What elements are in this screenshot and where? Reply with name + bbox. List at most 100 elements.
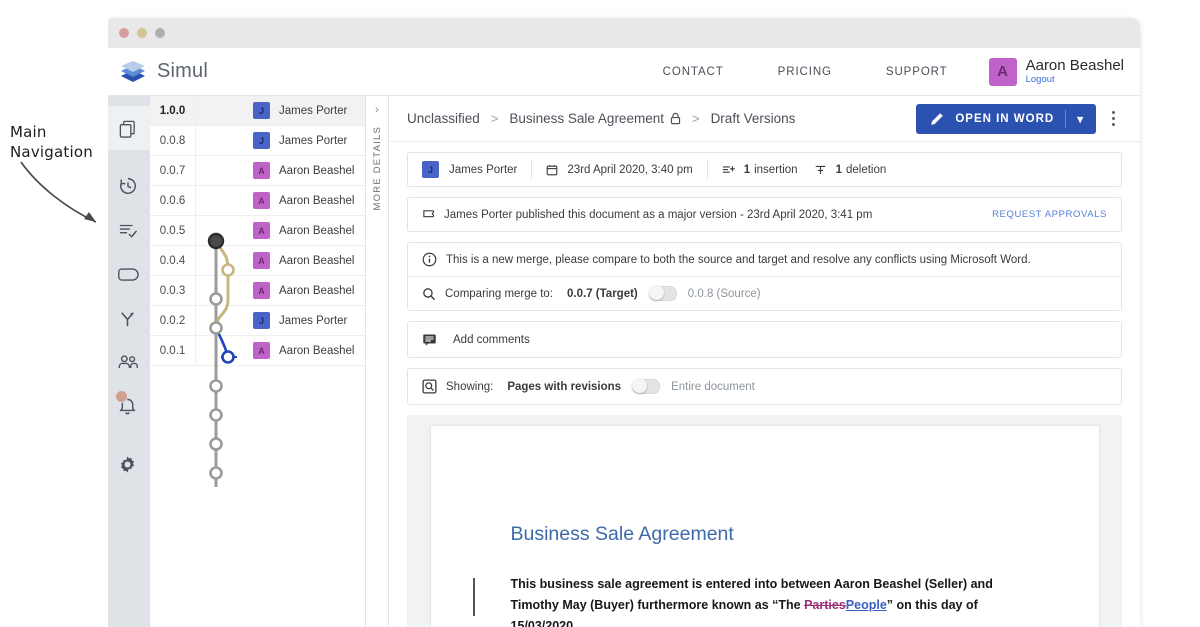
comparing-target[interactable]: 0.0.7 (Target) xyxy=(567,288,638,300)
version-row[interactable]: 0.0.6 A Aaron Beashel xyxy=(150,186,365,216)
more-options-icon[interactable] xyxy=(1100,104,1126,134)
author-name: James Porter xyxy=(279,134,348,147)
checklist-icon xyxy=(119,224,137,238)
logout-link[interactable]: Logout xyxy=(1026,73,1124,86)
version-author: A Aaron Beashel xyxy=(241,252,354,269)
published-card: James Porter published this document as … xyxy=(407,197,1122,232)
comparing-toggle[interactable] xyxy=(648,285,677,301)
window-close-button[interactable] xyxy=(119,28,129,38)
flag-icon xyxy=(422,208,435,221)
chevron-right-icon: › xyxy=(375,104,379,116)
author-avatar: J xyxy=(253,132,270,149)
brand-logo[interactable]: Simul xyxy=(119,60,208,84)
version-row[interactable]: 0.0.1 A Aaron Beashel xyxy=(150,336,365,366)
version-number: 0.0.1 xyxy=(159,344,186,357)
comparing-source[interactable]: 0.0.8 (Source) xyxy=(688,288,761,300)
more-details-tab[interactable]: › MORE DETAILS xyxy=(366,96,389,627)
version-row[interactable]: 0.0.5 A Aaron Beashel xyxy=(150,216,365,246)
version-graph-cell xyxy=(195,306,241,335)
version-number: 0.0.5 xyxy=(159,224,186,237)
breadcrumb-document[interactable]: Business Sale Agreement xyxy=(509,111,664,126)
breadcrumb-bar: Unclassified > Business Sale Agreement >… xyxy=(389,96,1140,142)
version-graph-cell xyxy=(195,336,241,365)
breadcrumb-unclassified[interactable]: Unclassified xyxy=(407,111,480,126)
nav-support[interactable]: SUPPORT xyxy=(859,66,975,78)
version-graph-cell xyxy=(195,276,241,305)
version-graph-cell xyxy=(195,186,241,215)
window-titlebar xyxy=(105,18,1140,48)
comparing-row: Comparing merge to: 0.0.7 (Target) 0.0.8… xyxy=(408,276,1121,310)
brand-name: Simul xyxy=(157,60,209,82)
comments-card[interactable]: Add comments xyxy=(407,321,1122,358)
rail-item-history[interactable] xyxy=(105,164,150,208)
version-row[interactable]: 0.0.3 A Aaron Beashel xyxy=(150,276,365,306)
lock-icon xyxy=(670,112,681,125)
annotation-line-1: Main xyxy=(10,123,47,141)
version-number: 0.0.2 xyxy=(159,314,186,327)
insertion-icon xyxy=(722,164,735,176)
version-summary-card: J James Porter 23rd April 2020, 3:40 pm xyxy=(407,152,1122,187)
version-author: A Aaron Beashel xyxy=(241,282,354,299)
add-comments-row[interactable]: Add comments xyxy=(408,322,1121,357)
version-number: 0.0.6 xyxy=(159,194,186,207)
comparing-label: Comparing merge to: xyxy=(445,287,554,300)
author-name: Aaron Beashel xyxy=(279,344,355,357)
author-avatar: A xyxy=(253,162,270,179)
meta-author-name: James Porter xyxy=(449,163,518,176)
details-scroll-area[interactable]: J James Porter 23rd April 2020, 3:40 pm xyxy=(389,142,1140,627)
request-approvals-link[interactable]: REQUEST APPROVALS xyxy=(992,209,1107,220)
version-graph-cell xyxy=(195,156,241,185)
version-row[interactable]: 0.0.8 J James Porter xyxy=(150,126,365,156)
rail-item-branches[interactable] xyxy=(105,296,150,340)
document-title: Business Sale Agreement xyxy=(510,523,734,545)
author-name: James Porter xyxy=(279,104,348,117)
version-row[interactable]: 0.0.7 A Aaron Beashel xyxy=(150,156,365,186)
author-avatar: A xyxy=(253,282,270,299)
version-graph-cell xyxy=(195,246,241,275)
add-comments-label: Add comments xyxy=(453,333,530,346)
gear-icon xyxy=(120,455,135,473)
nav-pricing[interactable]: PRICING xyxy=(751,66,859,78)
notification-badge xyxy=(115,390,128,403)
version-node xyxy=(209,466,223,480)
annotation-line-2: Navigation xyxy=(10,143,93,161)
showing-option-revisions[interactable]: Pages with revisions xyxy=(507,381,621,393)
breadcrumb-draft-versions[interactable]: Draft Versions xyxy=(711,111,796,126)
deletions-count: 1 xyxy=(835,163,842,176)
version-number: 1.0.0 xyxy=(159,104,186,117)
version-number: 0.0.3 xyxy=(159,284,186,297)
merge-info-text: This is a new merge, please compare to b… xyxy=(446,253,1031,266)
rail-item-tasks[interactable] xyxy=(105,208,150,252)
user-avatar: A xyxy=(988,57,1017,86)
author-avatar: A xyxy=(253,192,270,209)
version-row[interactable]: 0.0.4 A Aaron Beashel xyxy=(150,246,365,276)
annotation-arrow-icon xyxy=(20,161,97,223)
deletion-icon xyxy=(814,164,827,176)
open-in-word-label: OPEN IN WORD xyxy=(955,112,1055,125)
comment-icon xyxy=(422,333,437,347)
user-menu[interactable]: A Aaron Beashel Logout xyxy=(988,57,1124,86)
showing-toggle[interactable] xyxy=(632,378,661,394)
showing-card: Showing: Pages with revisions Entire doc… xyxy=(407,368,1122,405)
open-in-word-button[interactable]: OPEN IN WORD ▾ xyxy=(916,103,1096,134)
rail-item-documents[interactable] xyxy=(105,106,150,150)
copy-documents-icon xyxy=(119,120,135,138)
window-maximize-button[interactable] xyxy=(155,28,165,38)
rail-item-tags[interactable] xyxy=(105,252,150,296)
version-row[interactable]: 1.0.0 J James Porter xyxy=(150,96,365,126)
rail-item-settings[interactable] xyxy=(105,442,150,486)
version-node xyxy=(209,408,223,422)
rail-item-notifications[interactable] xyxy=(105,384,150,428)
version-row[interactable]: 0.0.2 J James Porter xyxy=(150,306,365,336)
breadcrumb-separator: > xyxy=(691,111,700,126)
open-in-word-caret[interactable]: ▾ xyxy=(1077,112,1084,126)
deleted-word: Parties xyxy=(804,598,846,612)
window-minimize-button[interactable] xyxy=(137,28,147,38)
breadcrumb-actions: OPEN IN WORD ▾ xyxy=(916,103,1126,134)
nav-contact[interactable]: CONTACT xyxy=(636,66,751,78)
insertions-label: insertion xyxy=(754,163,798,176)
showing-option-entire[interactable]: Entire document xyxy=(671,381,755,393)
rail-item-people[interactable] xyxy=(105,340,150,384)
document-page[interactable]: Business Sale Agreement This business sa… xyxy=(429,425,1100,627)
author-name: Aaron Beashel xyxy=(279,164,355,177)
